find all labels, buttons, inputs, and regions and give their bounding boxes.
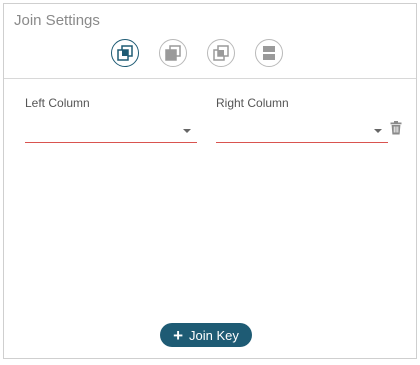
left-column-select[interactable]	[25, 121, 197, 143]
chevron-down-icon	[374, 129, 382, 133]
outer-join-icon	[263, 46, 275, 60]
chevron-down-icon	[183, 129, 191, 133]
add-join-key-button[interactable]: + Join Key	[160, 323, 252, 347]
header-divider	[4, 78, 416, 79]
outer-join-button[interactable]	[255, 39, 283, 67]
trash-icon	[390, 121, 402, 135]
delete-join-key-button[interactable]	[390, 121, 402, 140]
right-join-button[interactable]	[207, 39, 235, 67]
left-join-icon	[165, 45, 181, 61]
plus-icon: +	[173, 325, 184, 345]
right-column-label: Right Column	[216, 96, 289, 110]
inner-join-button[interactable]	[111, 39, 139, 67]
right-column-select[interactable]	[216, 121, 388, 143]
inner-join-icon	[117, 45, 133, 61]
panel-title: Join Settings	[14, 12, 100, 29]
left-join-button[interactable]	[159, 39, 187, 67]
left-column-label: Left Column	[25, 96, 90, 110]
join-type-selector	[111, 39, 283, 67]
right-join-icon	[213, 45, 229, 61]
join-settings-panel: Join Settings Left Column Right Column +…	[3, 3, 417, 359]
join-key-label: Join Key	[189, 327, 239, 343]
